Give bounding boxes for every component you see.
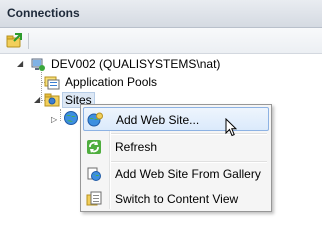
connect-button[interactable] [5,32,23,50]
tree-connector [60,109,61,121]
mouse-pointer-icon [225,118,237,137]
content-view-icon [86,191,102,206]
connect-icon [6,33,22,48]
application-pools-icon [44,76,60,90]
server-label: DEV002 (QUALISYSTEMS\nat) [51,57,221,71]
menu-label-add-web-site-from-gallery: Add Web Site From Gallery [115,167,261,181]
website-globe-icon [64,111,78,125]
tree-node-server[interactable]: DEV002 (QUALISYSTEMS\nat) [30,55,220,73]
toolbar-separator [28,33,29,49]
menu-item-add-web-site-from-gallery[interactable]: Add Web Site From Gallery [83,162,269,186]
menu-item-refresh[interactable]: Refresh [83,135,269,159]
menu-label-switch-to-content-view: Switch to Content View [115,192,239,206]
connections-panel: Connections ◢ DEV002 (QUALISYSTEMS\nat) … [0,0,322,245]
server-icon [31,58,45,71]
add-website-icon [87,112,103,127]
sites-folder-icon [44,93,60,107]
site-expander[interactable]: ▷ [51,115,60,124]
context-menu: Add Web Site... Refresh Add Web Site Fro… [80,104,272,212]
connections-header: Connections [0,0,322,28]
menu-label-add-web-site: Add Web Site... [116,113,200,127]
refresh-icon [87,140,101,154]
server-expander[interactable]: ◢ [17,59,26,68]
menu-label-refresh: Refresh [115,140,158,154]
sites-expander[interactable]: ◢ [34,95,43,104]
panel-title: Connections [7,6,80,20]
connections-toolbar [0,28,322,54]
menu-item-add-web-site[interactable]: Add Web Site... [83,107,269,131]
application-pools-label: Application Pools [65,75,158,89]
gallery-icon [87,167,101,181]
menu-item-switch-to-content-view[interactable]: Switch to Content View [83,187,269,211]
tree-node-application-pools[interactable]: Application Pools [44,73,157,91]
